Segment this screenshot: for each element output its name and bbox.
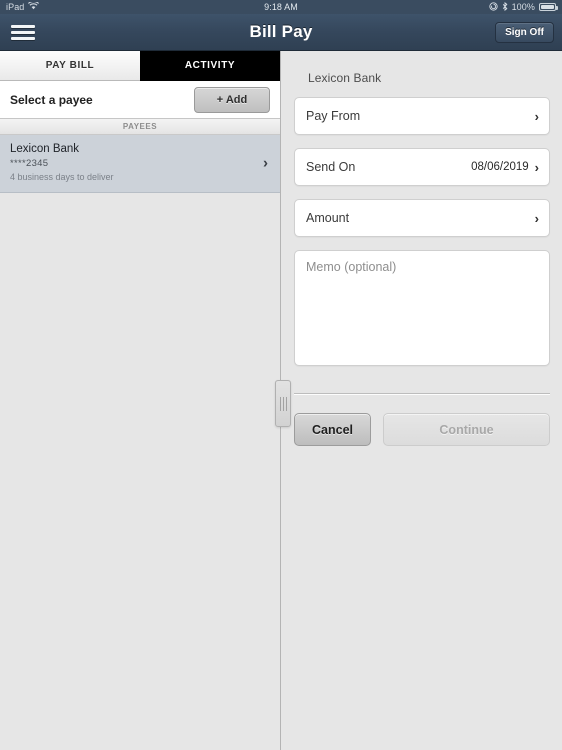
navigation-bar: Bill Pay Sign Off bbox=[0, 14, 562, 51]
amount-label: Amount bbox=[306, 211, 350, 225]
payee-account-number: ****2345 bbox=[10, 157, 49, 169]
payees-section-header: PAYEES bbox=[0, 119, 280, 135]
page-title: Bill Pay bbox=[249, 22, 313, 41]
split-view-drag-handle[interactable] bbox=[275, 380, 291, 427]
continue-button[interactable]: Continue bbox=[383, 413, 550, 446]
amount-field[interactable]: Amount › bbox=[294, 199, 550, 237]
chevron-right-icon: › bbox=[534, 159, 539, 175]
tab-bar: PAY BILL ACTIVITY bbox=[0, 51, 280, 81]
payee-list-item[interactable]: Lexicon Bank ****2345 4 business days to… bbox=[0, 135, 280, 193]
status-bar-clock: 9:18 AM bbox=[264, 2, 298, 12]
payee-delivery-note: 4 business days to deliver bbox=[10, 172, 114, 183]
battery-icon bbox=[539, 3, 558, 11]
split-view: PAY BILL ACTIVITY Select a payee + Add P… bbox=[0, 51, 562, 750]
handle-bar bbox=[285, 396, 287, 411]
handle-bar bbox=[279, 396, 281, 411]
memo-input[interactable]: Memo (optional) bbox=[294, 250, 550, 366]
send-on-field[interactable]: Send On 08/06/2019 › bbox=[294, 148, 550, 186]
cancel-button[interactable]: Cancel bbox=[294, 413, 371, 446]
tab-activity[interactable]: ACTIVITY bbox=[140, 51, 280, 81]
chevron-right-icon: › bbox=[263, 154, 268, 172]
rotation-lock-icon bbox=[488, 1, 498, 13]
payee-name: Lexicon Bank bbox=[10, 143, 80, 155]
form-actions: Cancel Continue bbox=[294, 413, 550, 446]
add-payee-button[interactable]: + Add bbox=[194, 86, 270, 113]
battery-percent-label: 100% bbox=[511, 2, 535, 12]
pay-from-field[interactable]: Pay From › bbox=[294, 97, 550, 135]
send-on-label: Send On bbox=[306, 160, 356, 174]
bill-pay-screen: iPad 9:18 AM 100% Bill Pay Sign Off PAY … bbox=[0, 0, 562, 750]
sign-off-button[interactable]: Sign Off bbox=[495, 21, 554, 43]
left-panel: PAY BILL ACTIVITY Select a payee + Add P… bbox=[0, 51, 281, 750]
right-panel: Lexicon Bank Pay From › Send On 08/06/20… bbox=[282, 51, 562, 750]
select-payee-label: Select a payee bbox=[10, 92, 93, 107]
bluetooth-icon bbox=[502, 1, 508, 13]
handle-bar bbox=[282, 396, 284, 411]
pay-from-label: Pay From bbox=[306, 109, 361, 123]
chevron-right-icon: › bbox=[534, 210, 539, 226]
tab-pay-bill[interactable]: PAY BILL bbox=[0, 51, 140, 81]
send-on-value: 08/06/2019 bbox=[471, 161, 529, 173]
form-divider bbox=[294, 393, 550, 394]
chevron-right-icon: › bbox=[534, 108, 539, 124]
payee-select-bar: Select a payee + Add bbox=[0, 81, 280, 119]
status-bar-right: 100% bbox=[488, 1, 558, 13]
status-bar: iPad 9:18 AM 100% bbox=[0, 0, 562, 14]
detail-payee-title: Lexicon Bank bbox=[308, 71, 382, 85]
